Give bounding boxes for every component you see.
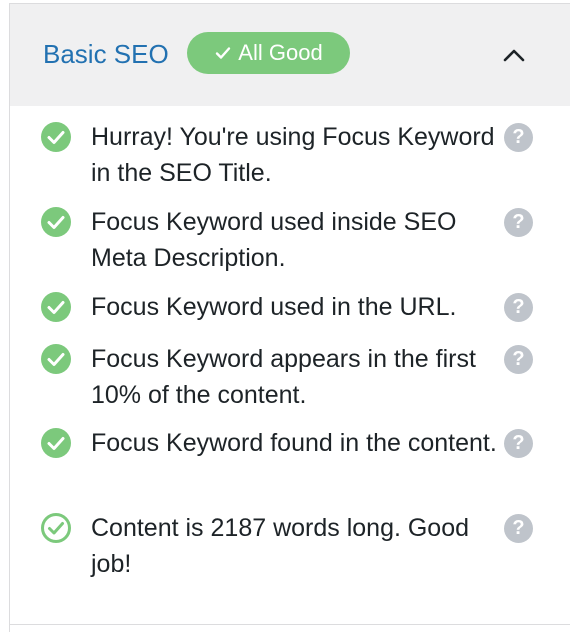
check-circle-icon	[41, 428, 71, 458]
status-badge: All Good	[187, 32, 350, 74]
check-circle-icon	[41, 292, 71, 322]
item-text: Focus Keyword found in the content.	[91, 429, 497, 457]
check-circle-icon	[41, 122, 71, 152]
item-text: Focus Keyword appears in the first 10% o…	[91, 345, 476, 409]
item-text: Focus Keyword used inside SEO Meta Descr…	[91, 208, 457, 272]
section-title: Basic SEO	[43, 39, 169, 69]
chevron-up-icon	[503, 49, 525, 62]
panel-header[interactable]: Basic SEO All Good	[10, 4, 570, 106]
check-circle-icon	[41, 344, 71, 374]
item-text: Hurray! You're using Focus Keyword in th…	[91, 123, 495, 187]
collapse-toggle[interactable]	[496, 38, 532, 72]
help-icon[interactable]: ?	[504, 514, 533, 543]
help-icon[interactable]: ?	[504, 293, 533, 322]
bottom-divider	[10, 624, 570, 625]
help-icon[interactable]: ?	[504, 345, 533, 374]
help-icon[interactable]: ?	[504, 123, 533, 152]
item-text: Content is 2187 words long. Good job!	[91, 514, 470, 578]
check-circle-icon	[41, 207, 71, 237]
check-circle-outline-icon	[41, 513, 71, 543]
item-text: Focus Keyword used in the URL.	[91, 293, 457, 321]
check-icon	[216, 47, 231, 59]
status-badge-label: All Good	[238, 40, 323, 65]
help-icon[interactable]: ?	[504, 429, 533, 458]
basic-seo-panel: Basic SEO All Good Hurray! You're using …	[9, 3, 570, 632]
help-icon[interactable]: ?	[504, 208, 533, 237]
